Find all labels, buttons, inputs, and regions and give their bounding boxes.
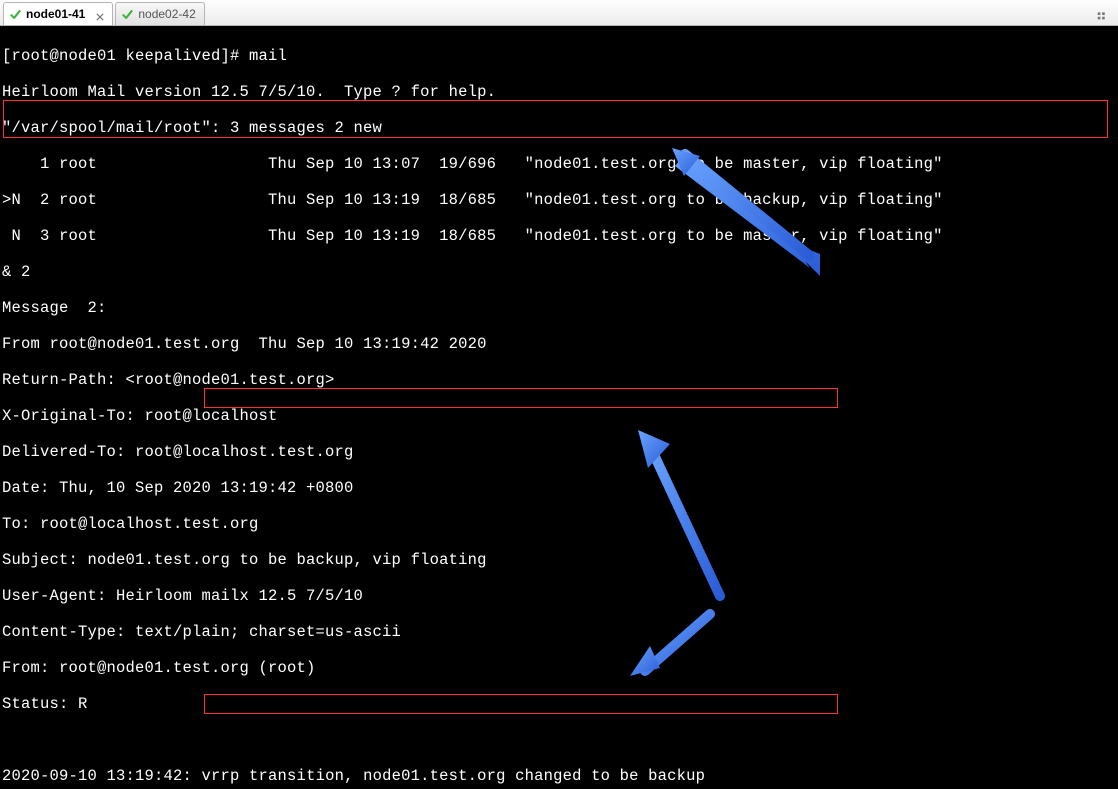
tab-label: node01-41 — [26, 7, 85, 21]
tab-node01[interactable]: node01-41 — [3, 2, 113, 25]
annotation-box — [204, 388, 838, 408]
mail-banner: Heirloom Mail version 12.5 7/5/10. Type … — [2, 83, 1116, 101]
msg-header: Status: R — [2, 695, 1116, 713]
msg-title: Message 2: — [2, 299, 1116, 317]
msg-header: From root@node01.test.org Thu Sep 10 13:… — [2, 335, 1116, 353]
msg-header: User-Agent: Heirloom mailx 12.5 7/5/10 — [2, 587, 1116, 605]
mail-list-row: >N 2 root Thu Sep 10 13:19 18/685 "node0… — [2, 191, 1116, 209]
tab-label: node02-42 — [138, 7, 195, 21]
blank-line — [2, 731, 1116, 749]
check-icon — [10, 9, 21, 20]
tab-bar: node01-41 node02-42 — [0, 0, 1118, 26]
msg-header: From: root@node01.test.org (root) — [2, 659, 1116, 677]
msg-body-ts: 2020-09-10 13:19:42: — [2, 767, 202, 785]
check-icon — [122, 9, 133, 20]
msg-header: To: root@localhost.test.org — [2, 515, 1116, 533]
msg-header: X-Original-To: root@localhost — [2, 407, 1116, 425]
msg-header: Date: Thu, 10 Sep 2020 13:19:42 +0800 — [2, 479, 1116, 497]
msg-header: Return-Path: <root@node01.test.org> — [2, 371, 1116, 389]
shell-prompt: [root@node01 keepalived]# — [2, 47, 249, 65]
mail-summary: "/var/spool/mail/root": 3 messages 2 new — [2, 119, 1116, 137]
msg-body: vrrp transition, node01.test.org changed… — [202, 767, 706, 785]
command: mail — [249, 47, 287, 65]
overflow-icon[interactable] — [1094, 5, 1112, 25]
mail-list-row: 1 root Thu Sep 10 13:07 19/696 "node01.t… — [2, 155, 1116, 173]
close-icon[interactable] — [96, 10, 104, 18]
msg-header: Subject: node01.test.org to be backup, v… — [2, 551, 1116, 569]
terminal[interactable]: [root@node01 keepalived]# mail Heirloom … — [0, 26, 1118, 789]
msg-header: Content-Type: text/plain; charset=us-asc… — [2, 623, 1116, 641]
mail-prompt: & 2 — [2, 263, 1116, 281]
mail-list-row: N 3 root Thu Sep 10 13:19 18/685 "node01… — [2, 227, 1116, 245]
msg-header: Delivered-To: root@localhost.test.org — [2, 443, 1116, 461]
tab-node02[interactable]: node02-42 — [115, 2, 204, 25]
